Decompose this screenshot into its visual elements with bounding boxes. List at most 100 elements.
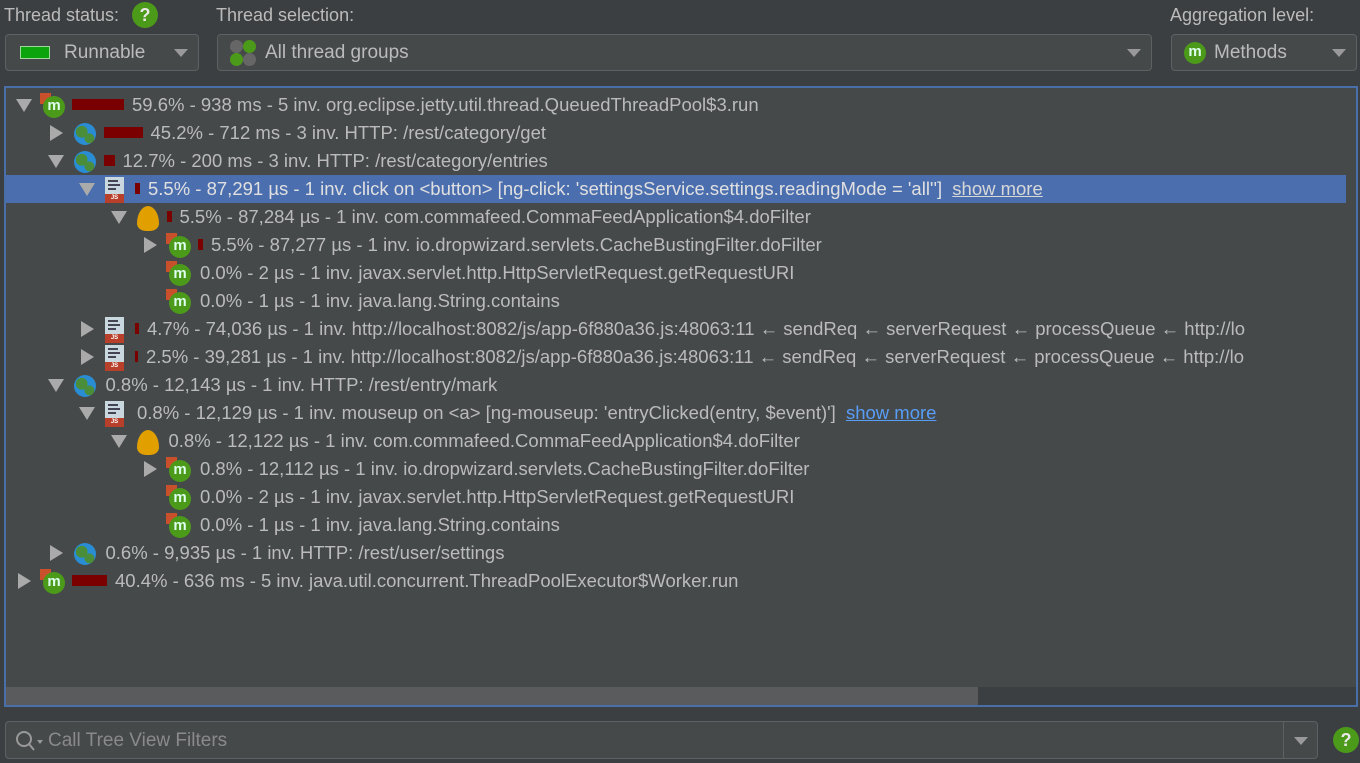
collapse-arrow-icon[interactable] [81,321,94,337]
tree-row[interactable]: 5.5% - 87,284 µs - 1 inv. com.commafeed.… [6,203,1356,231]
time-bar [135,351,138,362]
method-icon: m [166,289,192,315]
node-text: 5.5% - 87,291 µs - 1 inv. click on <butt… [148,178,1043,199]
thread-selection-dropdown[interactable]: All thread groups [217,34,1152,71]
globe-icon [72,121,98,147]
show-more-link[interactable]: show more [846,402,936,423]
tree-row[interactable]: m 40.4% - 636 ms - 5 inv. java.util.concu… [6,567,1356,595]
tree-row[interactable]: 0.8% - 12,143 µs - 1 inv. HTTP: /rest/en… [6,371,1356,399]
node-text: 45.2% - 712 ms - 3 inv. HTTP: /rest/cate… [150,122,547,143]
tree-row[interactable]: 45.2% - 712 ms - 3 inv. HTTP: /rest/cate… [6,119,1356,147]
method-icon: m [166,261,192,287]
tree-row[interactable]: 0.6% - 9,935 µs - 1 inv. HTTP: /rest/use… [6,539,1356,567]
tree-row[interactable]: m 0.0% - 1 µs - 1 inv. java.lang.String.c… [6,287,1356,315]
thread-groups-icon [230,39,256,66]
tree-row[interactable]: 12.7% - 200 ms - 3 inv. HTTP: /rest/cate… [6,147,1356,175]
node-text: 2.5% - 39,281 µs - 1 inv. http://localho… [146,346,1244,367]
method-icon: m [166,485,192,511]
aggregation-level-label: Aggregation level: [1170,5,1315,25]
aggregation-level-dropdown[interactable]: m Methods [1171,34,1357,71]
tree-row[interactable]: m 0.8% - 12,112 µs - 1 inv. io.dropwizard… [6,455,1356,483]
time-bar [135,183,140,194]
thread-status-label: Thread status: [4,5,120,25]
bean-icon [135,429,161,455]
tree-row[interactable]: JS 2.5% - 39,281 µs - 1 inv. http://local… [6,343,1356,371]
time-bar [135,323,139,334]
method-icon: m [1184,41,1206,64]
time-bar [198,239,203,250]
node-text: 0.8% - 12,129 µs - 1 inv. mouseup on <a>… [137,402,937,423]
call-tree-filter-field[interactable] [5,721,1318,759]
node-text: 0.0% - 2 µs - 1 inv. javax.servlet.http.… [200,486,795,507]
chevron-down-icon [1332,49,1346,57]
js-icon: JS [103,317,129,343]
node-text: 0.8% - 12,112 µs - 1 inv. io.dropwizard.… [200,458,810,479]
node-text: 59.6% - 938 ms - 5 inv. org.eclipse.jett… [132,94,759,115]
collapse-arrow-icon[interactable] [144,237,157,253]
help-icon[interactable]: ? [132,2,158,28]
show-more-link[interactable]: show more [952,178,1042,199]
js-icon: JS [103,401,129,427]
scrollbar-thumb[interactable] [6,687,978,705]
tree-row[interactable]: m 0.0% - 1 µs - 1 inv. java.lang.String.c… [6,511,1356,539]
expand-arrow-icon[interactable] [47,155,64,168]
method-icon: m [166,233,192,259]
node-text: 0.8% - 12,122 µs - 1 inv. com.commafeed.… [168,430,800,451]
expand-arrow-icon[interactable] [16,99,32,112]
chevron-down-icon [1127,49,1141,57]
tree-row[interactable]: JS 0.8% - 12,129 µs - 1 inv. mouseup on <… [6,399,1356,427]
call-tree[interactable]: m 59.6% - 938 ms - 5 inv. org.eclipse.jet… [4,86,1358,707]
node-text: 0.8% - 12,143 µs - 1 inv. HTTP: /rest/en… [105,374,498,395]
expand-arrow-icon[interactable] [79,183,95,196]
node-text: 0.0% - 1 µs - 1 inv. java.lang.String.co… [200,514,560,535]
thread-status-dropdown[interactable]: Runnable [5,34,199,71]
method-icon: m [166,513,192,539]
node-text: 12.7% - 200 ms - 3 inv. HTTP: /rest/cate… [122,150,548,171]
tree-row[interactable]: m 59.6% - 938 ms - 5 inv. org.eclipse.jet… [6,91,1356,119]
runnable-color-icon [20,46,50,59]
collapse-arrow-icon[interactable] [49,545,63,561]
node-text: 0.0% - 2 µs - 1 inv. javax.servlet.http.… [200,262,795,283]
expand-arrow-icon[interactable] [110,435,127,448]
collapse-arrow-icon[interactable] [18,573,31,589]
tree-row[interactable]: 0.8% - 12,122 µs - 1 inv. com.commafeed.… [6,427,1356,455]
method-icon: m [40,93,66,119]
tree-row[interactable]: m 0.0% - 2 µs - 1 inv. javax.servlet.http… [6,259,1356,287]
js-icon: JS [103,345,129,371]
horizontal-scrollbar[interactable] [6,687,1356,705]
method-icon: m [166,457,192,483]
expand-arrow-icon[interactable] [110,211,127,224]
tree-row[interactable]: JS 5.5% - 87,291 µs - 1 inv. click on <bu… [6,175,1346,203]
time-bar [103,155,115,166]
aggregation-level-value: Methods [1214,41,1287,63]
node-text: 0.6% - 9,935 µs - 1 inv. HTTP: /rest/use… [105,542,505,563]
time-bar [166,211,172,222]
tree-row[interactable]: m 0.0% - 2 µs - 1 inv. javax.servlet.http… [6,483,1356,511]
filter-help-icon[interactable]: ? [1333,727,1359,753]
collapse-arrow-icon[interactable] [81,349,94,365]
expand-arrow-icon[interactable] [47,379,64,392]
tree-row[interactable]: JS 4.7% - 74,036 µs - 1 inv. http://local… [6,315,1356,343]
time-bar [72,99,124,110]
time-bar [72,575,107,586]
globe-icon [72,541,98,567]
collapse-arrow-icon[interactable] [49,125,63,141]
node-text: 40.4% - 636 ms - 5 inv. java.util.concur… [115,570,739,591]
search-icon [16,731,43,751]
thread-selection-label: Thread selection: [216,5,355,25]
js-icon: JS [103,177,129,203]
thread-selection-value: All thread groups [265,41,409,63]
filter-history-dropdown[interactable] [1283,722,1317,758]
node-text: 5.5% - 87,284 µs - 1 inv. com.commafeed.… [179,206,811,227]
bean-icon [135,205,161,231]
method-icon: m [40,569,66,595]
time-bar [103,127,143,138]
expand-arrow-icon[interactable] [79,407,95,420]
globe-icon [72,373,98,399]
filter-input[interactable] [48,728,1278,754]
chevron-down-icon [174,49,188,57]
thread-status-value: Runnable [64,41,146,63]
globe-icon [72,149,98,175]
tree-row[interactable]: m 5.5% - 87,277 µs - 1 inv. io.dropwizard… [6,231,1356,259]
collapse-arrow-icon[interactable] [144,461,157,477]
